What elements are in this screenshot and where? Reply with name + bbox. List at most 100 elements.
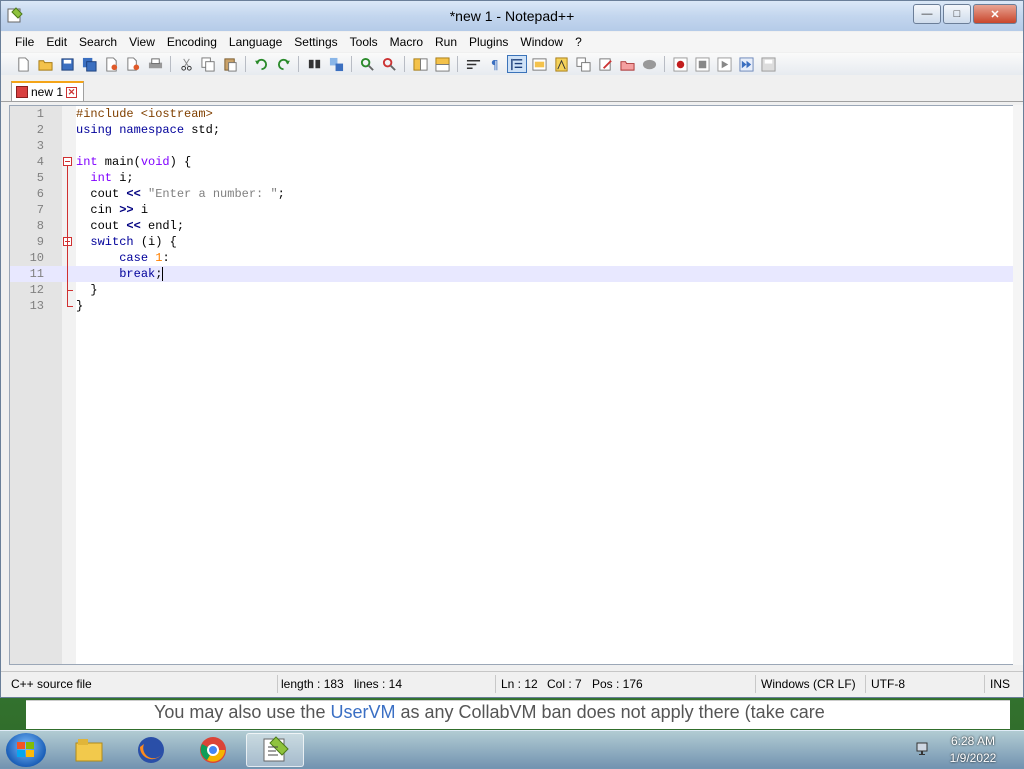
status-lines: lines : 14 bbox=[354, 677, 403, 691]
code-token: (i) { bbox=[133, 235, 177, 249]
zoom-in-icon[interactable] bbox=[357, 55, 377, 73]
undo-icon[interactable] bbox=[251, 55, 271, 73]
monitoring-icon[interactable] bbox=[639, 55, 659, 73]
code-token: >> bbox=[119, 203, 134, 217]
run-macro-multiple-icon[interactable] bbox=[736, 55, 756, 73]
title-bar[interactable]: *new 1 - Notepad++ — □ ✕ bbox=[1, 1, 1023, 31]
zoom-out-icon[interactable] bbox=[379, 55, 399, 73]
doc-list-icon[interactable] bbox=[617, 55, 637, 73]
tab-new-1[interactable]: new 1 ✕ bbox=[11, 81, 85, 101]
notepadpp-icon[interactable] bbox=[246, 733, 304, 767]
user-defined-lang-icon[interactable] bbox=[529, 55, 549, 73]
redo-icon[interactable] bbox=[273, 55, 293, 73]
code-line[interactable]: 1 #include <iostream> bbox=[10, 106, 1013, 122]
folder-as-workspace-icon[interactable] bbox=[595, 55, 615, 73]
menu-help[interactable]: ? bbox=[569, 32, 588, 52]
copy-icon[interactable] bbox=[198, 55, 218, 73]
code-line[interactable]: 5 int i; bbox=[10, 170, 1013, 186]
line-number: 2 bbox=[36, 123, 44, 137]
vertical-scrollbar[interactable] bbox=[1013, 105, 1023, 665]
code-token: i bbox=[133, 203, 149, 217]
code-editor[interactable]: 1 #include <iostream> 2 using namespace std… bbox=[9, 105, 1014, 665]
code-line[interactable]: 9 switch (i) { bbox=[10, 234, 1013, 250]
uservm-link[interactable]: UserVM bbox=[330, 702, 395, 722]
menu-language[interactable]: Language bbox=[223, 32, 288, 52]
code-line[interactable]: 2 using namespace std; bbox=[10, 122, 1013, 138]
save-macro-icon[interactable] bbox=[758, 55, 778, 73]
menu-tools[interactable]: Tools bbox=[344, 32, 384, 52]
save-all-icon[interactable] bbox=[79, 55, 99, 73]
code-line[interactable]: 6 cout << "Enter a number: "; bbox=[10, 186, 1013, 202]
sync-horizontal-icon[interactable] bbox=[432, 55, 452, 73]
cut-icon[interactable] bbox=[176, 55, 196, 73]
code-line[interactable]: 13} bbox=[10, 298, 1013, 314]
new-file-icon[interactable] bbox=[13, 55, 33, 73]
play-macro-icon[interactable] bbox=[714, 55, 734, 73]
menu-edit[interactable]: Edit bbox=[40, 32, 73, 52]
save-icon[interactable] bbox=[57, 55, 77, 73]
toolbar-separator bbox=[170, 56, 171, 72]
code-token: } bbox=[76, 283, 98, 297]
indent-guide-icon[interactable] bbox=[507, 55, 527, 73]
code-line[interactable]: 3 bbox=[10, 138, 1013, 154]
toolbar-separator bbox=[404, 56, 405, 72]
menu-view[interactable]: View bbox=[123, 32, 161, 52]
code-line[interactable]: 8 cout << endl; bbox=[10, 218, 1013, 234]
code-line[interactable]: 7 cin >> i bbox=[10, 202, 1013, 218]
chrome-icon[interactable] bbox=[184, 733, 242, 767]
record-macro-icon[interactable] bbox=[670, 55, 690, 73]
menu-file[interactable]: File bbox=[9, 32, 40, 52]
close-icon[interactable] bbox=[101, 55, 121, 73]
menu-settings[interactable]: Settings bbox=[288, 32, 343, 52]
start-button[interactable] bbox=[6, 733, 46, 767]
maximize-button[interactable]: □ bbox=[943, 4, 971, 24]
fold-toggle-icon[interactable] bbox=[63, 157, 72, 166]
code-line[interactable]: 10 case 1: bbox=[10, 250, 1013, 266]
code-line[interactable]: 4 int main(void) { bbox=[10, 154, 1013, 170]
sync-vertical-icon[interactable] bbox=[410, 55, 430, 73]
menu-plugins[interactable]: Plugins bbox=[463, 32, 514, 52]
menu-run[interactable]: Run bbox=[429, 32, 463, 52]
menu-macro[interactable]: Macro bbox=[384, 32, 429, 52]
function-list-icon[interactable] bbox=[573, 55, 593, 73]
stop-macro-icon[interactable] bbox=[692, 55, 712, 73]
paste-icon[interactable] bbox=[220, 55, 240, 73]
notice-text: You may also use the UserVM as any Colla… bbox=[154, 702, 825, 723]
code-text: cin >> i bbox=[76, 202, 148, 218]
clock-date: 1/9/2022 bbox=[949, 751, 997, 765]
menu-encoding[interactable]: Encoding bbox=[161, 32, 223, 52]
code-line[interactable]: 12 } bbox=[10, 282, 1013, 298]
minimize-button[interactable]: — bbox=[913, 4, 941, 24]
firefox-icon[interactable] bbox=[122, 733, 180, 767]
show-all-chars-icon[interactable]: ¶ bbox=[485, 55, 505, 73]
taskbar-clock[interactable]: 6:28 AM 1/9/2022 bbox=[938, 733, 1008, 767]
word-wrap-icon[interactable] bbox=[463, 55, 483, 73]
status-ln: Ln : 12 bbox=[501, 677, 538, 691]
close-button[interactable]: ✕ bbox=[973, 4, 1017, 24]
text-caret bbox=[162, 266, 164, 281]
status-eol[interactable]: Windows (CR LF) bbox=[761, 677, 856, 691]
code-text: cout << endl; bbox=[76, 218, 184, 234]
fold-end-mark bbox=[67, 290, 73, 291]
close-all-icon[interactable] bbox=[123, 55, 143, 73]
code-line[interactable]: 11 break; bbox=[10, 266, 1013, 282]
network-icon[interactable] bbox=[916, 740, 932, 756]
toolbar: ¶ bbox=[1, 53, 1023, 75]
code-token: cin bbox=[76, 203, 120, 217]
doc-map-icon[interactable] bbox=[551, 55, 571, 73]
status-insert-mode[interactable]: INS bbox=[990, 677, 1010, 691]
fold-guide-line bbox=[67, 246, 68, 290]
menu-search[interactable]: Search bbox=[73, 32, 123, 52]
tab-close-icon[interactable]: ✕ bbox=[66, 86, 78, 98]
status-encoding[interactable]: UTF-8 bbox=[871, 677, 905, 691]
replace-icon[interactable] bbox=[326, 55, 346, 73]
line-number: 11 bbox=[29, 267, 44, 281]
explorer-icon[interactable] bbox=[60, 733, 118, 767]
open-file-icon[interactable] bbox=[35, 55, 55, 73]
menu-window[interactable]: Window bbox=[514, 32, 569, 52]
find-icon[interactable] bbox=[304, 55, 324, 73]
menu-bar: File Edit Search View Encoding Language … bbox=[1, 32, 1023, 52]
print-icon[interactable] bbox=[145, 55, 165, 73]
